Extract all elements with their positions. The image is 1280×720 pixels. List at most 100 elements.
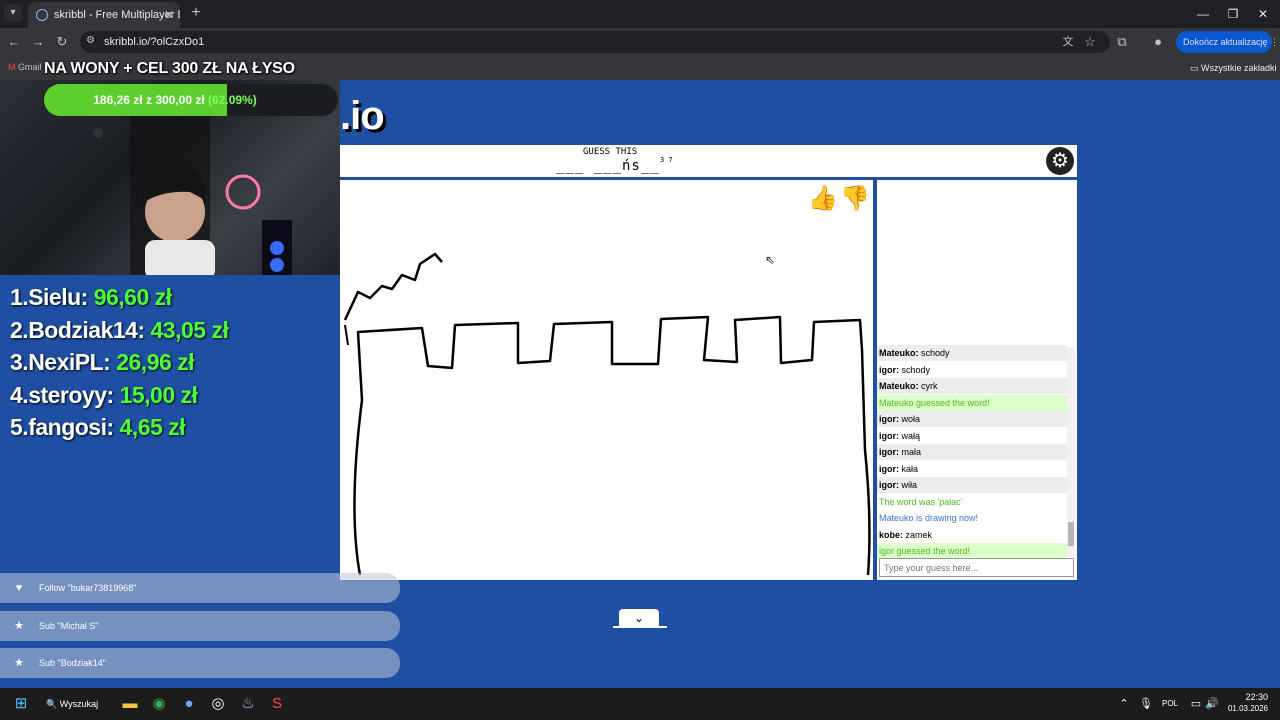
divider bbox=[613, 626, 667, 628]
goal-progress-bar: 186,26 zł z 300,00 zł (62.09%) bbox=[44, 84, 338, 116]
alert-item: ♥ Follow "bukar73819968" bbox=[0, 573, 400, 603]
star-icon: ★ bbox=[14, 619, 24, 632]
chat-text: Mateuko is drawing now! bbox=[879, 513, 979, 523]
chat-message: igor: wałą bbox=[877, 428, 1067, 444]
language-indicator[interactable]: POL bbox=[1162, 692, 1178, 716]
back-button[interactable]: ← bbox=[2, 30, 26, 54]
chat-message: kobe: zamek bbox=[877, 527, 1067, 543]
leaderboard-row: 4.steroyy: 15,00 zł bbox=[10, 381, 198, 409]
alert-item: ★ Sub "Bodziak14" bbox=[0, 648, 400, 678]
chat-text: schody bbox=[901, 364, 931, 375]
tab-close-icon[interactable]: ✕ bbox=[164, 2, 174, 28]
windows-start-icon[interactable]: ⊞ bbox=[9, 692, 33, 716]
address-bar[interactable] bbox=[80, 31, 1110, 53]
leaderboard-name: fangosi: bbox=[28, 414, 114, 440]
chat-text: Mateuko guessed the word! bbox=[879, 397, 990, 408]
bookmark-star-icon[interactable]: ☆ bbox=[1078, 30, 1102, 54]
star-icon: ★ bbox=[14, 657, 24, 669]
leaderboard-row: 1.Sielu: 96,60 zł bbox=[10, 284, 172, 311]
chat-username: igor: bbox=[879, 480, 899, 490]
new-tab-button[interactable]: + bbox=[186, 2, 206, 26]
expand-chevron-down-icon[interactable]: ⌄ bbox=[619, 609, 659, 627]
update-button[interactable]: Dokończ aktualizację ⋮ bbox=[1176, 31, 1279, 53]
leaderboard-name: NexiPL: bbox=[28, 349, 111, 375]
leaderboard-row: 5.fangosi: 4,65 zł bbox=[10, 414, 186, 441]
chat-message: Mateuko: cyrk bbox=[877, 378, 1067, 394]
app-icon[interactable]: ● bbox=[177, 692, 201, 716]
extensions-icon[interactable]: ⧉ bbox=[1110, 30, 1134, 54]
chat-username: igor: bbox=[879, 447, 899, 457]
alert-item: ★ Sub "Michał S" bbox=[0, 610, 400, 641]
taskbar-search[interactable]: 🔍 Wyszukaj bbox=[46, 692, 108, 716]
chat-username: igor: bbox=[879, 463, 899, 474]
tray-chevron-up-icon[interactable]: ⌃ bbox=[1116, 692, 1132, 716]
forward-button[interactable]: → bbox=[26, 30, 50, 54]
mouse-cursor-icon: ⇖ bbox=[765, 253, 776, 267]
leaderboard-rank: 3. bbox=[10, 349, 29, 375]
chat-text: zamek bbox=[905, 529, 933, 540]
clock-date[interactable]: 01.03.2026 bbox=[1226, 704, 1268, 713]
gmail-bookmark[interactable]: M Gmail bbox=[8, 56, 42, 80]
guess-this-label: GUESS THIS bbox=[583, 147, 638, 157]
goal-progress-text: 186,26 zł z 300,00 zł (62.09%) bbox=[93, 93, 257, 107]
file-explorer-icon[interactable]: ▬ bbox=[118, 692, 142, 716]
thumbs-down-icon[interactable]: 👎 bbox=[840, 184, 870, 214]
leaderboard-amount: 4,65 zł bbox=[119, 414, 186, 440]
tab-search-dropdown[interactable]: ▾ bbox=[4, 4, 22, 22]
leaderboard-rank: 5. bbox=[10, 414, 29, 440]
steam-icon[interactable]: ♨ bbox=[236, 692, 260, 716]
chat-scroll-thumb[interactable] bbox=[1068, 522, 1074, 546]
chat-message: Mateuko guessed the word! bbox=[877, 394, 1067, 411]
url-text: skribbl.io/?olCzxDo1 bbox=[104, 36, 205, 48]
alert-text: Sub "Michał S" bbox=[39, 620, 99, 631]
all-bookmarks-button[interactable]: ▭ Wszystkie zakładki bbox=[1190, 56, 1277, 80]
chrome-icon[interactable]: ◉ bbox=[147, 692, 171, 716]
leaderboard-rank: 4. bbox=[10, 381, 29, 408]
game-top-bar bbox=[340, 145, 1077, 177]
skribbl-logo: .io bbox=[340, 94, 385, 138]
guess-input[interactable] bbox=[879, 558, 1074, 577]
leaderboard-rank: 2. bbox=[10, 316, 29, 343]
translate-icon[interactable]: 文 bbox=[1056, 30, 1080, 54]
chat-username: kobe: bbox=[879, 529, 904, 540]
leaderboard-rank: 1. bbox=[10, 284, 29, 310]
chat-message: Mateuko is drawing now! bbox=[877, 510, 1067, 526]
chat-message: igor: schody bbox=[877, 362, 1067, 378]
maximize-button[interactable]: ❐ bbox=[1216, 0, 1250, 28]
chat-username: Mateuko: bbox=[879, 381, 919, 391]
obs-icon[interactable]: ◎ bbox=[206, 692, 230, 716]
word-length-hint: 3 7 bbox=[660, 156, 673, 164]
close-window-button[interactable]: ✕ bbox=[1246, 0, 1280, 28]
chat-message: igor: woła bbox=[877, 411, 1067, 427]
settings-gear-icon[interactable]: ⚙ bbox=[1046, 147, 1074, 175]
leaderboard-name: Bodziak14: bbox=[28, 316, 145, 343]
chat-username: igor: bbox=[879, 364, 899, 375]
clock-time[interactable]: 22:30 bbox=[1230, 692, 1268, 702]
chat-message: Mateuko: schody bbox=[877, 345, 1067, 361]
chat-username: Mateuko: bbox=[879, 348, 919, 358]
chat-text: wałą bbox=[901, 430, 921, 441]
chat-text: kała bbox=[901, 463, 919, 474]
chat-message: igor: mała bbox=[877, 444, 1067, 460]
leaderboard-amount: 15,00 zł bbox=[119, 381, 198, 408]
alert-text: Sub "Bodziak14" bbox=[39, 658, 106, 668]
chat-text: wiła bbox=[901, 480, 918, 490]
microphone-icon[interactable]: 🎙 bbox=[1138, 692, 1154, 716]
chat-message: The word was 'pałac' bbox=[877, 493, 1067, 510]
castle-drawing bbox=[343, 252, 871, 576]
profile-avatar[interactable]: ● bbox=[1146, 30, 1170, 54]
volume-icon[interactable]: 🔊 bbox=[1204, 692, 1220, 716]
site-info-icon[interactable]: ⚙ bbox=[86, 35, 98, 47]
minimize-button[interactable]: — bbox=[1186, 0, 1220, 28]
browser-tab[interactable]: skribbl - Free Multiplayer Drawing ✕ bbox=[28, 2, 180, 28]
chat-message: igor guessed the word! bbox=[877, 543, 1067, 559]
network-icon[interactable]: ▭ bbox=[1188, 692, 1204, 716]
leaderboard-amount: 26,96 zł bbox=[116, 349, 195, 375]
streamlabs-icon[interactable]: S bbox=[265, 692, 289, 716]
thumbs-up-icon[interactable]: 👍 bbox=[808, 184, 838, 214]
reload-button[interactable]: ↻ bbox=[50, 30, 74, 54]
drawing-canvas[interactable] bbox=[340, 180, 873, 580]
chat-text: schody bbox=[921, 348, 950, 358]
chat-username: igor: bbox=[879, 430, 899, 441]
word-hint: ___ ___ńs__ bbox=[556, 158, 660, 174]
